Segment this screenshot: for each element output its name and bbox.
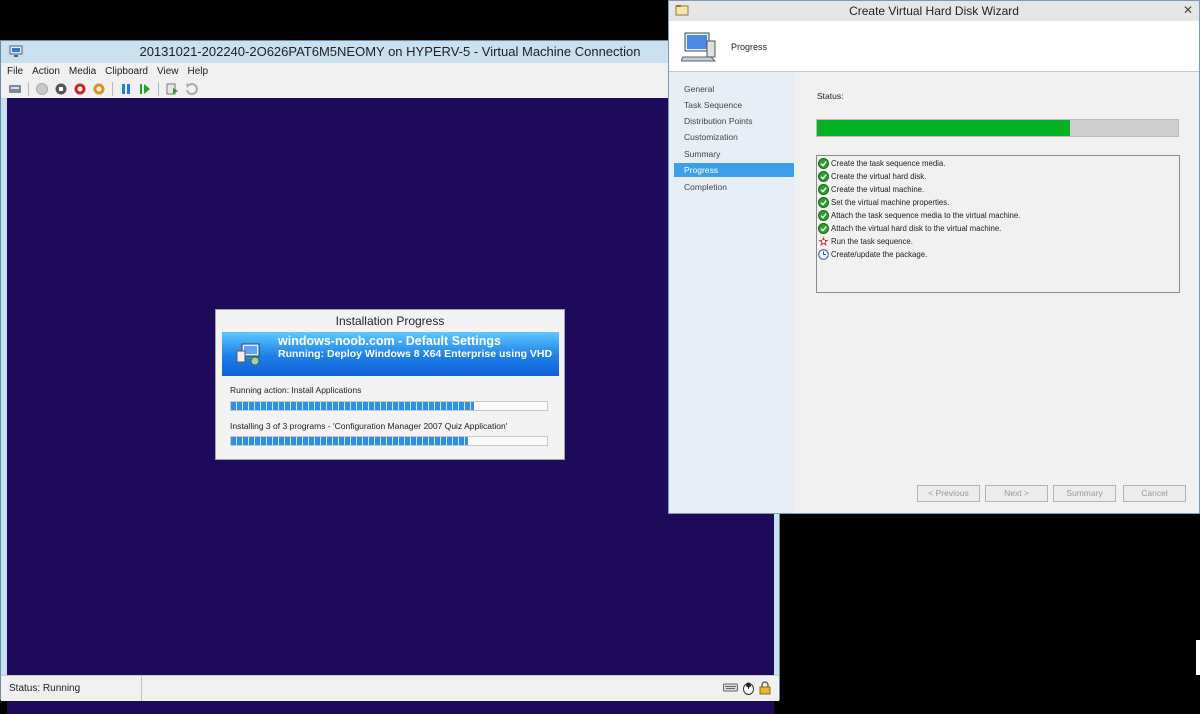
log-item-text: Create the virtual hard disk. — [831, 172, 927, 181]
wizard-nav: General Task Sequence Distribution Point… — [669, 72, 795, 513]
checkpoint-icon[interactable] — [164, 81, 180, 97]
nav-item-distribution-points[interactable]: Distribution Points — [674, 114, 794, 128]
installation-progress-dialog: Installation Progress windows-noob.com -… — [215, 309, 565, 460]
nav-item-completion[interactable]: Completion — [674, 180, 794, 194]
shutdown-icon[interactable] — [72, 81, 88, 97]
computer-install-icon — [236, 343, 260, 366]
action-progress-bar — [230, 401, 548, 411]
menu-action[interactable]: Action — [32, 66, 60, 77]
wizard-header: Progress — [669, 21, 1199, 72]
log-item-text: Create the task sequence media. — [831, 159, 946, 168]
log-item-text: Set the virtual machine properties. — [831, 198, 950, 207]
log-item-text: Create the virtual machine. — [831, 185, 925, 194]
close-icon[interactable]: ✕ — [1181, 3, 1195, 17]
previous-button[interactable]: < Previous — [917, 485, 980, 502]
log-item: Attach the virtual hard disk to the virt… — [818, 222, 1001, 235]
nav-item-progress[interactable]: Progress — [674, 163, 794, 177]
vm-status-text: Status: Running — [1, 676, 142, 701]
nav-item-general[interactable]: General — [674, 82, 794, 96]
summary-button[interactable]: Summary — [1053, 485, 1116, 502]
running-star-icon — [818, 236, 831, 247]
background-window-edge — [1196, 640, 1200, 675]
ctrl-alt-del-icon[interactable] — [7, 81, 23, 97]
vm-window-title: 20131021-202240-2O626PAT6M5NEOMY on HYPE… — [139, 44, 641, 59]
log-item: Attach the task sequence media to the vi… — [818, 209, 1020, 222]
menu-file[interactable]: File — [7, 66, 23, 77]
toolbar-separator — [158, 81, 159, 96]
nav-item-customization[interactable]: Customization — [674, 130, 794, 144]
log-item-text: Create/update the package. — [831, 250, 928, 259]
vm-menubar: File Action Media Clipboard View Help — [1, 63, 779, 79]
action-progress-fill — [231, 402, 475, 410]
log-item-text: Attach the virtual hard disk to the virt… — [831, 224, 1002, 233]
toolbar-separator — [28, 81, 29, 96]
log-item: Create/update the package. — [818, 248, 927, 261]
installing-programs-text: Installing 3 of 3 programs - 'Configurat… — [230, 421, 508, 431]
wizard-progress-fill — [817, 120, 1070, 136]
mouse-capture-icon — [743, 682, 754, 695]
keyboard-icon — [723, 683, 738, 692]
resume-icon[interactable] — [137, 81, 153, 97]
banner-subtitle: Running: Deploy Windows 8 X64 Enterprise… — [278, 348, 553, 360]
vm-statusbar: Status: Running — [1, 675, 779, 701]
check-icon — [818, 184, 831, 195]
status-label: Status: — [817, 91, 844, 101]
log-item: Create the virtual hard disk. — [818, 170, 926, 183]
wizard-titlebar[interactable]: Create Virtual Hard Disk Wizard ✕ — [669, 1, 1199, 21]
nav-item-task-sequence[interactable]: Task Sequence — [674, 98, 794, 112]
check-icon — [818, 223, 831, 234]
wizard-title: Create Virtual Hard Disk Wizard — [849, 4, 1019, 18]
menu-media[interactable]: Media — [69, 66, 96, 77]
item-progress-bar — [230, 436, 548, 446]
vm-titlebar[interactable]: 20131021-202240-2O626PAT6M5NEOMY on HYPE… — [1, 41, 779, 63]
menu-clipboard[interactable]: Clipboard — [105, 66, 148, 77]
check-icon — [818, 158, 831, 169]
installation-progress-title: Installation Progress — [335, 314, 445, 328]
lock-icon — [759, 681, 771, 695]
item-progress-fill — [231, 437, 468, 445]
wizard-content: Status: Create the task sequence media. C… — [795, 72, 1199, 513]
log-item-text: Run the task sequence. — [831, 237, 913, 246]
wizard-page-title: Progress — [731, 42, 768, 52]
save-state-icon[interactable] — [91, 81, 107, 97]
turn-off-icon[interactable] — [53, 81, 69, 97]
vm-toolbar — [1, 79, 779, 99]
check-icon — [818, 171, 831, 182]
start-disabled-icon[interactable] — [34, 81, 50, 97]
check-icon — [818, 210, 831, 221]
toolbar-separator — [112, 81, 113, 96]
next-button[interactable]: Next > — [985, 485, 1048, 502]
log-item: Create the task sequence media. — [818, 157, 945, 170]
create-vhd-wizard-window: Create Virtual Hard Disk Wizard ✕ Progre… — [668, 0, 1200, 514]
cancel-button[interactable]: Cancel — [1123, 485, 1186, 502]
log-item: Run the task sequence. — [818, 235, 913, 248]
wizard-progress-bar — [816, 119, 1179, 137]
menu-help[interactable]: Help — [187, 66, 208, 77]
pause-icon[interactable] — [118, 81, 134, 97]
check-icon — [818, 197, 831, 208]
progress-log-list: Create the task sequence media. Create th… — [816, 155, 1180, 293]
clock-icon — [818, 249, 831, 260]
revert-icon[interactable] — [183, 81, 199, 97]
running-action-text: Running action: Install Applications — [230, 385, 362, 395]
nav-item-summary[interactable]: Summary — [674, 147, 794, 161]
computer-icon — [681, 32, 717, 62]
log-item: Set the virtual machine properties. — [818, 196, 949, 209]
log-item: Create the virtual machine. — [818, 183, 924, 196]
task-sequence-banner: windows-noob.com - Default Settings Runn… — [222, 332, 559, 376]
log-item-text: Attach the task sequence media to the vi… — [831, 211, 1021, 220]
menu-view[interactable]: View — [157, 66, 179, 77]
banner-title: windows-noob.com - Default Settings — [278, 334, 501, 348]
